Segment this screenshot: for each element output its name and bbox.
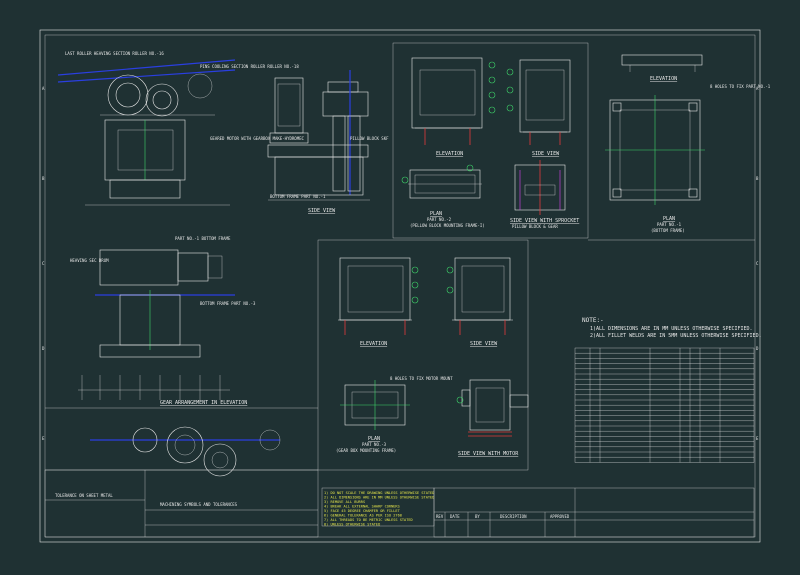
zone-b-right: B (756, 176, 759, 181)
zone-d-left: D (42, 346, 45, 351)
title-gear-arrangement: GEAR ARRANGEMENT IN ELEVATION (160, 400, 247, 406)
zone-e-right: E (756, 436, 759, 441)
view-side: SIDE VIEW PILLOW BLOCK SKF BOTTOM FRAME … (267, 70, 389, 214)
callout-bottom-frame-3: BOTTOM FRAME PART NO.-3 (200, 301, 256, 306)
engineering-drawing-sheet: A B C D E A B C D E LAST ROLLER HEAVING … (39, 29, 771, 543)
subtitle-plan-part2: PART NO.-2 (427, 217, 452, 222)
zone-markers: A B C D E A B C D E (42, 86, 759, 441)
zone-d-right: D (756, 346, 759, 351)
zone-c-right: C (756, 261, 759, 266)
view-top-left-assembly: LAST ROLLER HEAVING SECTION ROLLER NO.-1… (57, 51, 305, 206)
title-block: MACHINING SYMBOLS AND TOLERANCES TOLERAN… (44, 469, 755, 538)
view-side-sprocket: SIDE VIEW WITH SPROCKET PILLOW BLOCK & G… (510, 160, 579, 229)
view-side-mid: SIDE VIEW (446, 257, 513, 347)
callout-geared-motor: GEARED MOTOR WITH GEARBOX MAKE-HYDROMEC (210, 136, 305, 141)
view-elevation-top: ELEVATION (411, 57, 496, 157)
title-elevation-mid: ELEVATION (360, 341, 387, 347)
caption-plan-part3: (GEAR BOX MOUNTING FRAME) (336, 448, 396, 453)
yellow-note-7: 7) ALL THREADS TO BE METRIC UNLESS STATE… (324, 518, 413, 522)
notes-block: NOTE:- 1)ALL DIMENSIONS ARE IN MM UNLESS… (582, 317, 762, 339)
sheet-border (39, 29, 761, 543)
title-side-view: SIDE VIEW (308, 208, 336, 214)
yellow-note-2: 2) ALL DIMENSIONS ARE IN MM UNLESS OTHER… (324, 496, 434, 500)
zone-a-left: A (42, 86, 45, 91)
bom-table (574, 347, 755, 463)
symbols-title: MACHINING SYMBOLS AND TOLERANCES (160, 502, 238, 507)
date-header: DATE (450, 514, 460, 519)
note-line-1: 1)ALL DIMENSIONS ARE IN MM UNLESS OTHERW… (590, 326, 753, 332)
yellow-note-8: 8) UNLESS OTHERWISE STATED (324, 523, 380, 527)
title-side-view-motor: SIDE VIEW WITH MOTOR (458, 451, 519, 457)
rev-header: REV (436, 514, 444, 519)
subtitle-side-sprocket: PILLOW BLOCK & GEAR (512, 224, 558, 229)
zone-c-left: C (42, 261, 45, 266)
description-header: DESCRIPTION (500, 514, 527, 519)
by-header: BY (475, 514, 480, 519)
yellow-note-6: 6) GENERAL TOLERANCE AS PER ISO 2768 (324, 514, 402, 518)
callout-last-roller: LAST ROLLER HEAVING SECTION ROLLER NO.-1… (65, 51, 164, 56)
zone-b-left: B (42, 176, 45, 181)
title-side-view-top: SIDE VIEW (532, 151, 560, 157)
title-elevation-top: ELEVATION (436, 151, 463, 157)
callout-8-holes-part1: 8 HOLES TO FIX PART NO.-1 (710, 84, 771, 89)
callout-pins-cooling: PINS COOLING SECTION ROLLER ROLLER NO.-1… (200, 64, 299, 69)
approved-header: APPROVED (550, 514, 570, 519)
title-elevation-right: ELEVATION (650, 76, 677, 82)
yellow-note-3: 3) REMOVE ALL BURRS (324, 500, 365, 504)
caption-plan-part2: (PELLOW BLOCK MOUNTING FRAME-I) (410, 223, 485, 228)
callout-bottom-frame: BOTTOM FRAME PART NO.-1 (270, 194, 326, 199)
view-side-top: SIDE VIEW (506, 59, 571, 157)
callout-pillow-block: PILLOW BLOCK SKF (350, 136, 389, 141)
yellow-note-1: 1) DO NOT SCALE THE DRAWING UNLESS OTHER… (324, 491, 434, 495)
view-plan-part2: PLAN PART NO.-2 (PELLOW BLOCK MOUNTING F… (401, 164, 485, 228)
view-plan-part3: 8 HOLES TO FIX MOTOR MOUNT PLAN PART NO.… (336, 376, 453, 453)
view-side-motor: SIDE VIEW WITH MOTOR (456, 379, 529, 457)
tolerance-title: TOLERANCE ON SHEET METAL (55, 493, 113, 498)
subtitle-plan-part3: PART NO.-3 (362, 442, 387, 447)
yellow-notes-box: 1) DO NOT SCALE THE DRAWING UNLESS OTHER… (321, 487, 434, 527)
view-gear-arrangement: GEAR ARRANGEMENT IN ELEVATION (90, 400, 281, 477)
view-elevation-mid: ELEVATION (338, 257, 419, 347)
view-elevation-right: ELEVATION 8 HOLES TO FIX PART NO.-1 PLAN… (605, 54, 771, 233)
zone-e-left: E (42, 436, 45, 441)
note-line-2: 2)ALL FILLET WELDS ARE IN 5MM UNLESS OTH… (590, 333, 762, 339)
view-middle-left-assembly: PART NO.-1 BOTTOM FRAME HEAVING SEC DRUM… (70, 236, 256, 400)
yellow-note-4: 4) BREAK ALL EXTERNAL SHARP CORNERS (324, 505, 400, 509)
panel-dividers (45, 42, 755, 471)
callout-8-holes-motor: 8 HOLES TO FIX MOTOR MOUNT (390, 376, 453, 381)
notes-heading: NOTE:- (582, 317, 604, 324)
yellow-note-5: 5) FACE 45 DEGREE CHAMFER OR FILLET (324, 509, 401, 513)
title-side-view-mid: SIDE VIEW (470, 341, 498, 347)
callout-heaving-drum: HEAVING SEC DRUM (70, 258, 109, 263)
subtitle-plan-bottom: PART NO.-1 (657, 222, 682, 227)
callout-part1-bottom-frame: PART NO.-1 BOTTOM FRAME (175, 236, 231, 241)
caption-plan-bottom: (BOTTOM FRAME) (651, 228, 685, 233)
